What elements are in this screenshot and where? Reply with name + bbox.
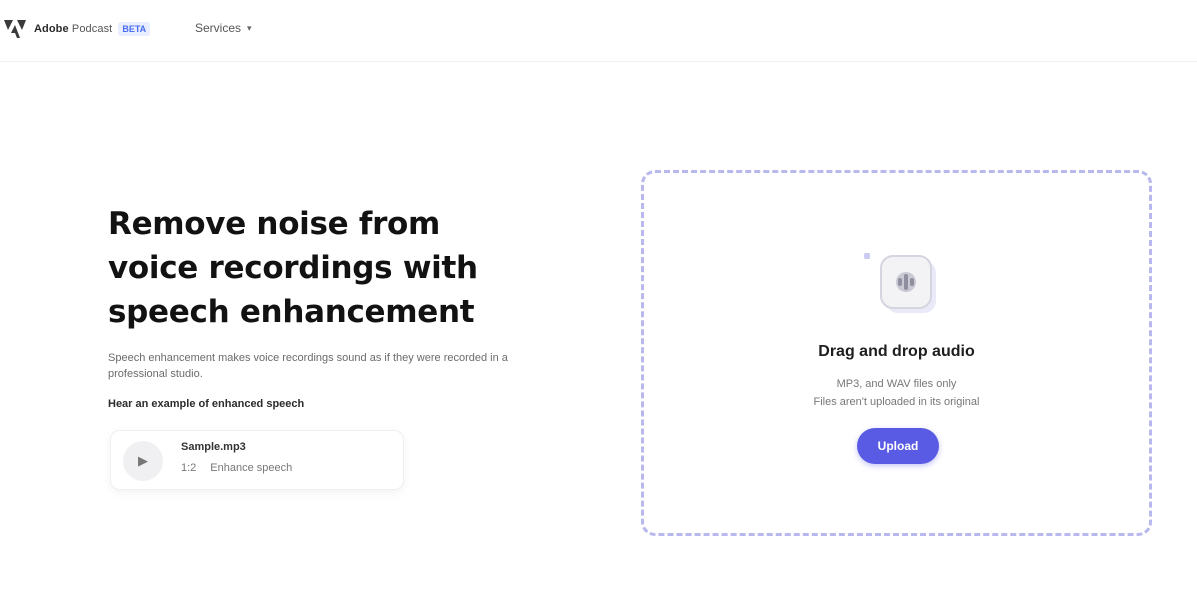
audio-file-icon bbox=[864, 253, 936, 313]
hero-section: Remove noise from voice recordings with … bbox=[108, 202, 508, 410]
chevron-down-icon: ▾ bbox=[247, 22, 252, 33]
brand-name: Adobe Podcast bbox=[34, 23, 112, 35]
services-menu[interactable]: Services ▾ bbox=[195, 21, 252, 35]
sample-status: Enhance speech bbox=[210, 462, 293, 474]
dropzone-info-line2: Files aren't uploaded in its original bbox=[813, 396, 980, 408]
upload-button[interactable]: Upload bbox=[857, 428, 939, 464]
top-header: Adobe Podcast BETA Services ▾ bbox=[0, 0, 1197, 62]
page-title: Remove noise from voice recordings with … bbox=[108, 206, 478, 330]
brand[interactable]: Adobe Podcast BETA bbox=[2, 18, 151, 40]
sample-audio-card[interactable]: ▶ Sample.mp3 1:2 Enhance speech bbox=[110, 430, 404, 490]
beta-badge: BETA bbox=[118, 22, 151, 36]
sample-meta: 1:2 Enhance speech bbox=[181, 462, 292, 474]
play-icon[interactable]: ▶ bbox=[123, 441, 163, 481]
sample-label: Hear an example of enhanced speech bbox=[108, 398, 305, 410]
hero-description: Speech enhancement makes voice recording… bbox=[108, 352, 508, 380]
dropzone-info-line1: MP3, and WAV files only bbox=[836, 378, 957, 390]
brand-name-sub: Podcast bbox=[71, 23, 113, 35]
upload-dropzone[interactable]: Drag and drop audio MP3, and WAV files o… bbox=[641, 170, 1152, 536]
dropzone-title: Drag and drop audio bbox=[818, 343, 975, 360]
services-menu-label: Services bbox=[195, 21, 242, 35]
dropzone-info: MP3, and WAV files only Files aren't upl… bbox=[644, 375, 1149, 411]
sample-duration: 1:2 bbox=[181, 462, 197, 474]
sample-title: Sample.mp3 bbox=[181, 441, 246, 453]
adobe-logo-icon bbox=[4, 20, 26, 38]
brand-name-main: Adobe bbox=[34, 23, 69, 35]
